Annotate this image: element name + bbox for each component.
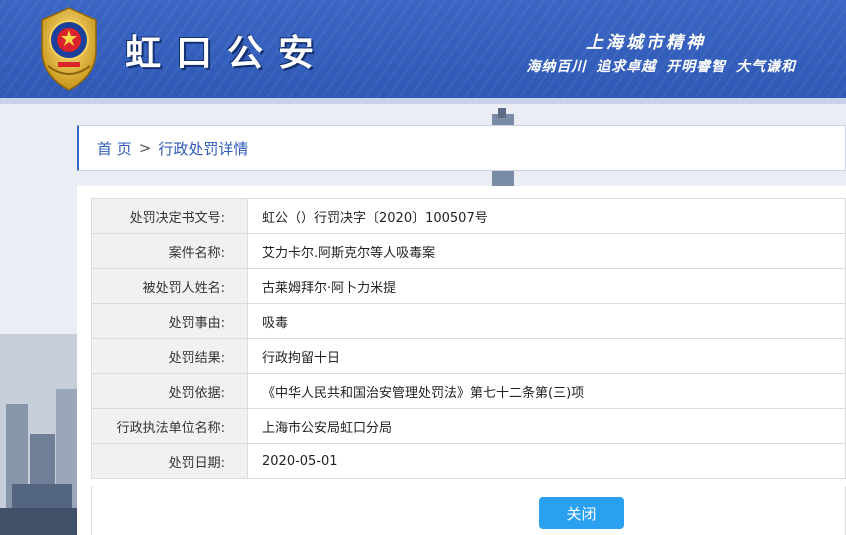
breadcrumb-separator: > — [138, 139, 152, 157]
table-row: 处罚事由: 吸毒 — [91, 303, 846, 339]
slogan-line-1: 上海城市精神 — [586, 33, 706, 53]
police-emblem-icon — [41, 7, 97, 91]
row-value: 上海市公安局虹口分局 — [247, 408, 846, 444]
close-button[interactable]: 关闭 — [539, 497, 624, 529]
table-row: 行政执法单位名称: 上海市公安局虹口分局 — [91, 408, 846, 444]
row-value: 行政拘留十日 — [247, 338, 846, 374]
row-value: 吸毒 — [247, 303, 846, 339]
row-label: 处罚决定书文号: — [91, 198, 248, 234]
table-row: 处罚决定书文号: 虹公（）行罚决字〔2020〕100507号 — [91, 198, 846, 234]
row-label: 处罚日期: — [91, 443, 248, 479]
table-row: 被处罚人姓名: 古莱姆拜尔·阿卜力米提 — [91, 268, 846, 304]
table-row: 处罚依据: 《中华人民共和国治安管理处罚法》第七十二条第(三)项 — [91, 373, 846, 409]
row-label: 处罚结果: — [91, 338, 248, 374]
slogan-line-2: 海纳百川 追求卓越 开明睿智 大气谦和 — [526, 59, 796, 75]
table-row: 处罚日期: 2020-05-01 — [91, 443, 846, 479]
row-label: 行政执法单位名称: — [91, 408, 248, 444]
site-title: 虹口公安 — [125, 32, 330, 74]
row-label: 案件名称: — [91, 233, 248, 269]
row-value: 艾力卡尔.阿斯克尔等人吸毒案 — [247, 233, 846, 269]
breadcrumb-current: 行政处罚详情 — [158, 139, 249, 158]
row-label: 处罚事由: — [91, 303, 248, 339]
breadcrumb-home-link[interactable]: 首 页 — [97, 138, 132, 159]
table-row: 处罚结果: 行政拘留十日 — [91, 338, 846, 374]
row-value: 《中华人民共和国治安管理处罚法》第七十二条第(三)项 — [247, 373, 846, 409]
penalty-detail-table: 处罚决定书文号: 虹公（）行罚决字〔2020〕100507号 案件名称: 艾力卡… — [91, 198, 846, 479]
button-row — [91, 486, 846, 535]
row-value: 虹公（）行罚决字〔2020〕100507号 — [247, 198, 846, 234]
row-value: 古莱姆拜尔·阿卜力米提 — [247, 268, 846, 304]
table-row: 案件名称: 艾力卡尔.阿斯克尔等人吸毒案 — [91, 233, 846, 269]
site-header: 虹口公安 上海城市精神 海纳百川 追求卓越 开明睿智 大气谦和 — [0, 0, 846, 104]
detail-panel: 处罚决定书文号: 虹公（）行罚决字〔2020〕100507号 案件名称: 艾力卡… — [77, 186, 846, 535]
row-value: 2020-05-01 — [247, 443, 846, 479]
breadcrumb: 首 页 > 行政处罚详情 — [77, 125, 846, 171]
row-label: 处罚依据: — [91, 373, 248, 409]
row-label: 被处罚人姓名: — [91, 268, 248, 304]
